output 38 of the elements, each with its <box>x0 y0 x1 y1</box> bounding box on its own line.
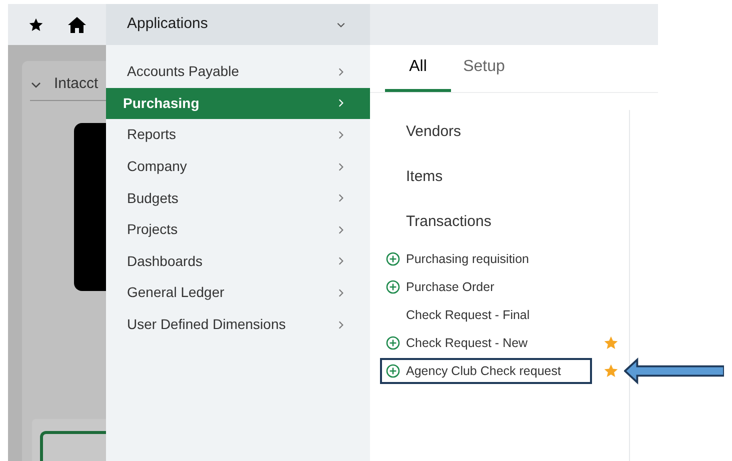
section-heading[interactable]: Transactions <box>380 200 492 245</box>
chevron-icon <box>336 66 346 77</box>
add-icon[interactable] <box>386 280 400 294</box>
chevron-icon <box>336 98 346 108</box>
favorites-icon[interactable] <box>28 16 44 32</box>
application-item[interactable]: Projects <box>106 214 370 246</box>
favorite-star-icon[interactable] <box>603 363 619 379</box>
tab[interactable]: All <box>385 45 451 92</box>
section-heading[interactable]: Items <box>380 155 443 200</box>
chevron-icon <box>336 320 346 330</box>
application-item[interactable]: Company <box>106 150 370 182</box>
transaction-link[interactable]: Check Request - Final <box>380 302 592 328</box>
application-item[interactable]: Budgets <box>106 182 370 214</box>
chevron-icon <box>336 162 346 172</box>
add-icon[interactable] <box>386 252 400 266</box>
favorite-star-icon[interactable] <box>603 335 619 351</box>
chevron-icon <box>336 224 346 235</box>
application-item[interactable]: Purchasing <box>106 88 370 120</box>
add-icon[interactable] <box>386 336 400 350</box>
chevron-icon <box>336 193 346 204</box>
transaction-link[interactable]: Check Request - New <box>380 330 592 356</box>
tab[interactable]: Setup <box>451 45 517 92</box>
applications-menu[interactable]: Applications <box>106 4 370 45</box>
section-heading[interactable]: Vendors <box>380 110 462 155</box>
transaction-link[interactable]: Purchase Order <box>380 274 592 300</box>
application-item[interactable]: User Defined Dimensions <box>106 308 370 340</box>
add-icon[interactable] <box>386 364 400 378</box>
chevron-icon <box>336 130 346 140</box>
card-title: Intacct <box>54 74 98 94</box>
transaction-link[interactable]: Purchasing requisition <box>380 246 592 272</box>
transaction-link[interactable]: Agency Club Check request <box>380 358 592 384</box>
home-icon[interactable] <box>66 16 86 34</box>
chevron-icon <box>336 256 346 266</box>
chevron-icon <box>336 288 346 298</box>
application-item[interactable]: Dashboards <box>106 246 370 278</box>
application-item[interactable]: Accounts Payable <box>106 56 370 88</box>
application-item[interactable]: General Ledger <box>106 277 370 309</box>
application-item[interactable]: Reports <box>106 119 370 151</box>
